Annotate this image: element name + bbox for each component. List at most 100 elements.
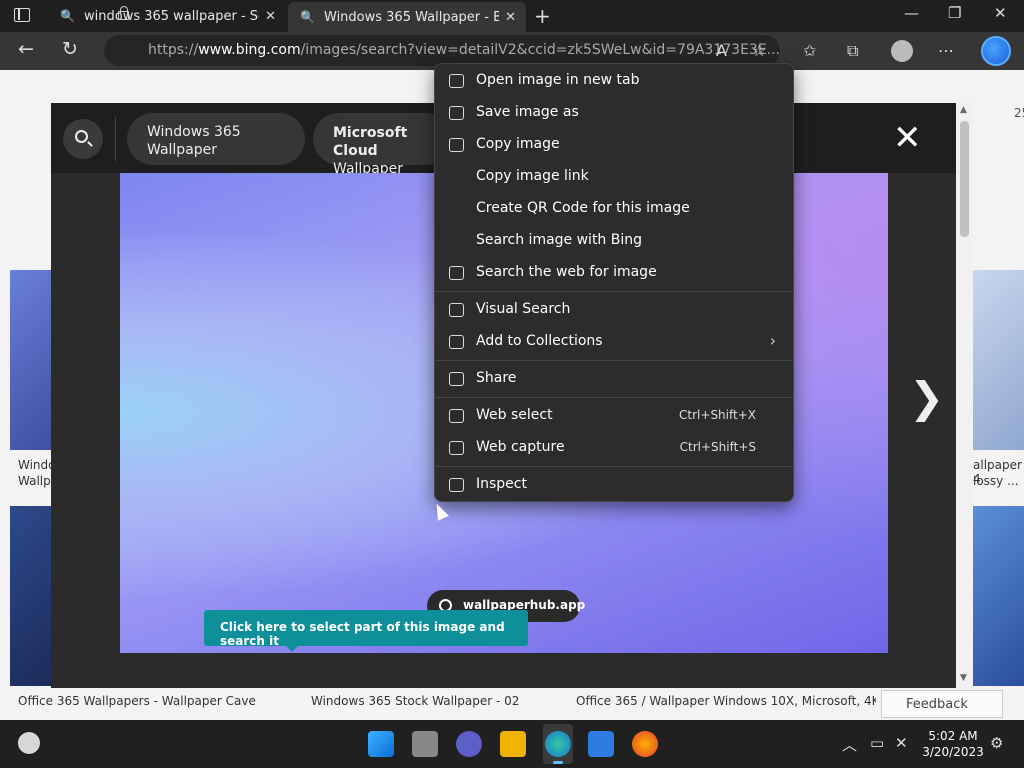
close-viewer-button[interactable]: ✕ [893,121,922,155]
tab-close-icon[interactable]: ✕ [505,10,516,25]
microsoft-store-icon[interactable] [588,731,614,757]
refresh-button[interactable]: ↻ [62,38,78,60]
feedback-button[interactable]: Feedback [881,690,1003,718]
network-icon[interactable]: ▭ [870,734,884,752]
menu-item-label: Inspect [476,476,527,492]
tab-actions-icon[interactable] [14,8,30,22]
chevron-right-icon: › [769,331,776,350]
menu-item-visual-search[interactable]: Visual Search [435,294,793,326]
new-tab-button[interactable]: + [534,4,551,28]
related-chip[interactable]: Microsoft Cloud Wallpaper [313,113,453,177]
menu-item-search-with-bing[interactable]: Search image with Bing [435,225,793,257]
result-thumbnail[interactable] [973,270,1024,450]
result-thumbnail[interactable] [10,270,52,450]
favorite-star-icon[interactable]: ☆ [752,41,766,60]
favorites-icon[interactable]: ✩ [803,41,816,60]
taskbar: ︿ ▭ ✕ 5:02 AM 3/20/2023 ⚙ [0,720,1024,768]
next-image-button[interactable]: ❯ [909,373,944,422]
profile-avatar[interactable] [891,40,913,62]
menu-separator [435,466,793,467]
menu-item-inspect[interactable]: Inspect [435,469,793,501]
menu-item-add-to-collections[interactable]: Add to Collections › [435,326,793,358]
menu-item-web-select[interactable]: Web select Ctrl+Shift+X [435,400,793,432]
volume-muted-icon[interactable]: ✕ [895,734,908,752]
menu-item-copy-image[interactable]: Copy image [435,129,793,161]
menu-item-create-qr[interactable]: Create QR Code for this image [435,193,793,225]
minimize-button[interactable]: — [904,4,919,22]
address-bar[interactable]: https://www.bing.com/images/search?view=… [104,35,780,66]
tab-bing-images[interactable]: 🔍 Windows 365 Wallpaper - Bing images ✕ [288,2,526,32]
teams-chat-icon[interactable] [456,731,482,757]
menu-item-label: Web select [476,407,553,423]
tab-search[interactable]: 🔍 windows 365 wallpaper - Search ✕ [48,0,286,32]
search-web-icon [449,266,464,280]
menu-separator [435,397,793,398]
bing-chat-icon[interactable] [981,36,1011,66]
menu-separator [435,360,793,361]
web-capture-icon [449,441,464,455]
notification-icon[interactable]: ⚙ [990,734,1003,752]
visual-search-tooltip[interactable]: Click here to select part of this image … [204,610,528,652]
menu-item-search-web-for-image[interactable]: Search the web for image [435,257,793,289]
menu-item-web-capture[interactable]: Web capture Ctrl+Shift+S [435,432,793,464]
start-button-icon[interactable] [368,731,394,757]
result-caption[interactable]: Office 365 / Wallpaper Windows 10X, Micr… [576,694,876,720]
new-tab-icon [449,74,464,88]
file-explorer-icon[interactable] [500,731,526,757]
menu-item-label: Save image as [476,104,579,120]
firefox-icon[interactable] [632,731,658,757]
feedback-label: Feedback [906,697,968,712]
menu-item-label: Open image in new tab [476,72,640,88]
related-chip[interactable]: Windows 365 Wallpaper [127,113,305,165]
context-menu: Open image in new tab Save image as Copy… [434,63,794,502]
result-thumbnail[interactable] [10,506,52,686]
lock-icon[interactable] [118,6,129,20]
result-count-partial: 25 [1014,106,1024,120]
save-icon [449,106,464,120]
weather-icon[interactable] [18,732,40,754]
read-aloud-icon[interactable]: A [716,41,727,60]
menu-item-save-image[interactable]: Save image as [435,97,793,129]
web-select-icon [449,409,464,423]
menu-item-label: Search image with Bing [476,232,643,248]
window-close-button[interactable]: ✕ [994,4,1007,22]
menu-item-shortcut: Ctrl+Shift+X [679,408,756,422]
viewer-scrollbar[interactable]: ▲ ▼ [956,103,973,688]
chip-label: Microsoft Cloud [333,125,408,159]
share-icon [449,372,464,386]
tab-title: Windows 365 Wallpaper - Bing images [324,9,499,25]
clock-date: 3/20/2023 [922,745,984,759]
menu-item-label: Copy image [476,136,560,152]
menu-item-label: Web capture [476,439,565,455]
system-clock[interactable]: 5:02 AM 3/20/2023 [918,728,988,760]
settings-more-button[interactable]: ⋯ [938,41,954,60]
scroll-up-icon[interactable]: ▲ [960,105,967,115]
menu-item-label: Share [476,370,517,386]
collections-icon[interactable]: ⧉ [847,41,858,61]
result-caption[interactable]: Windo [18,458,56,472]
result-caption[interactable]: Windows 365 Stock Wallpaper - 02 [311,694,519,708]
tab-close-icon[interactable]: ✕ [265,9,276,24]
inspect-icon [449,478,464,492]
result-caption[interactable]: Office 365 Wallpapers - Wallpaper Cave [18,694,256,708]
search-favicon-icon: 🔍 [60,9,75,23]
visual-search-icon [449,303,464,317]
result-thumbnail[interactable] [973,506,1024,686]
result-caption[interactable]: lossy ... [973,474,1019,488]
edge-browser-icon[interactable] [545,731,571,757]
scroll-thumb[interactable] [960,121,969,237]
url-scheme: https:// [148,42,199,58]
chevron-up-icon[interactable]: ︿ [842,734,857,755]
task-view-icon[interactable] [412,731,438,757]
scroll-down-icon[interactable]: ▼ [960,673,967,683]
viewer-search-button[interactable] [63,119,103,159]
menu-item-open-image-new-tab[interactable]: Open image in new tab [435,65,793,97]
back-button[interactable]: ← [18,38,34,60]
menu-item-share[interactable]: Share [435,363,793,395]
menu-item-label: Search the web for image [476,264,657,280]
search-icon [75,130,88,143]
clock-time: 5:02 AM [928,729,978,743]
restore-button[interactable]: ❐ [948,4,961,22]
menu-item-copy-image-link[interactable]: Copy image link [435,161,793,193]
menu-separator [435,291,793,292]
